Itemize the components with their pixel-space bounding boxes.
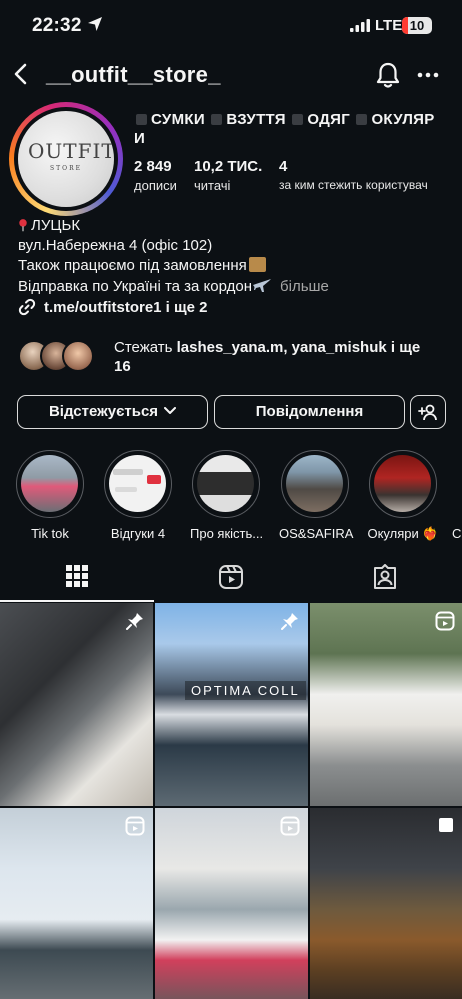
highlight-os-safira[interactable]: OS&SAFIRA xyxy=(279,450,354,541)
bio-more-link[interactable]: більше xyxy=(280,278,329,295)
status-bar: 22:32 LTE 10 xyxy=(0,0,462,52)
brand-logo: OUTFIT STORE xyxy=(28,139,114,172)
bio-orders: Також працюємо під замовлення xyxy=(18,257,247,274)
post-thumbnail[interactable] xyxy=(310,603,462,806)
grid-icon[interactable] xyxy=(65,564,89,588)
profile-username: __outfit__store_ xyxy=(46,62,221,87)
profile-categories: СУМКИ ВЗУТТЯ ОДЯГ ОКУЛЯР И xyxy=(134,110,454,148)
reel-icon xyxy=(125,816,145,836)
network-type: LTE xyxy=(375,17,403,34)
square-icon xyxy=(136,114,147,125)
highlight-quality[interactable]: Про якість... xyxy=(190,450,264,541)
post-thumbnail[interactable] xyxy=(0,808,153,999)
profile-tabs xyxy=(0,556,462,602)
pin-icon xyxy=(126,613,143,630)
reel-icon xyxy=(435,611,455,631)
tagged-icon[interactable] xyxy=(372,564,398,590)
status-time: 22:32 xyxy=(32,15,82,36)
carousel-icon xyxy=(439,818,453,832)
highlight-cover xyxy=(21,455,78,512)
profile-bio: ЛУЦЬК вул.Набережна 4 (офіс 102) Також п… xyxy=(18,216,329,297)
active-tab-indicator xyxy=(0,600,154,602)
bio-shipping: Відправка по Україні та за кордон xyxy=(18,278,253,295)
square-icon xyxy=(356,114,368,125)
highlight-label: Відгуки 4 xyxy=(110,526,166,541)
airplane-icon xyxy=(253,279,272,292)
followers-count: 10,2 ТИС. xyxy=(194,158,263,175)
signal-bars-icon xyxy=(350,19,370,32)
category-glasses: ОКУЛЯР xyxy=(371,111,435,128)
mutual-follower-count: 16 xyxy=(114,358,131,375)
highlight-label: Tik tok xyxy=(31,526,69,541)
profile-link[interactable]: t.me/outfitstore1 і ще 2 xyxy=(18,298,208,316)
bio-address: вул.Набережна 4 (офіс 102) xyxy=(18,237,213,254)
highlight-reviews[interactable]: Відгуки 4 xyxy=(102,450,174,541)
category-bags: СУМКИ xyxy=(151,111,205,128)
stat-posts[interactable]: 2 849 дописи xyxy=(134,158,177,193)
profile-header: __outfit__store_ xyxy=(0,52,462,98)
square-icon xyxy=(211,114,223,125)
highlight-label: С xyxy=(452,526,462,541)
message-label: Повідомлення xyxy=(255,403,364,420)
stat-followers[interactable]: 10,2 ТИС. читачі xyxy=(194,158,262,193)
link-text: t.me/outfitstore1 і ще 2 xyxy=(44,298,208,316)
highlight-label: Окуляри ❤️‍🔥 xyxy=(367,526,439,541)
following-count: 4 xyxy=(279,158,288,175)
suggested-users-button[interactable] xyxy=(410,395,446,429)
location-pin-icon xyxy=(19,219,27,232)
more-options-icon[interactable] xyxy=(416,61,440,89)
link-icon xyxy=(18,298,36,316)
category-shoes: ВЗУТТЯ xyxy=(226,111,286,128)
mutual-follower-names: lashes_yana.m, yana_mishuk xyxy=(176,339,387,356)
profile-avatar-ring[interactable]: OUTFIT STORE xyxy=(9,102,123,216)
highlight-partial[interactable]: С xyxy=(452,450,462,541)
following-button[interactable]: Відстежується xyxy=(17,395,208,429)
post-thumbnail[interactable] xyxy=(155,808,308,999)
highlight-label: OS&SAFIRA xyxy=(279,526,354,541)
avatar: OUTFIT STORE xyxy=(18,111,114,207)
highlight-cover xyxy=(374,455,431,512)
back-arrow-icon[interactable] xyxy=(10,62,34,86)
posts-count: 2 849 xyxy=(134,158,172,175)
message-button[interactable]: Повідомлення xyxy=(214,395,405,429)
highlight-glasses[interactable]: Окуляри ❤️‍🔥 xyxy=(367,450,439,542)
reels-icon[interactable] xyxy=(218,564,244,590)
notification-bell-icon[interactable] xyxy=(375,61,401,89)
posts-grid: OPTIMA COLL xyxy=(0,603,462,999)
highlight-tiktok[interactable]: Tik tok xyxy=(14,450,86,541)
highlight-label: Про якість... xyxy=(190,526,264,541)
post-caption-text: OPTIMA COLL xyxy=(185,681,306,700)
battery-indicator: 10 xyxy=(402,17,432,34)
reel-icon xyxy=(280,816,300,836)
category-glasses-wrap: И xyxy=(134,130,146,147)
battery-level: 10 xyxy=(409,18,425,33)
highlight-cover xyxy=(197,455,254,512)
post-thumbnail[interactable] xyxy=(310,808,462,999)
stat-following[interactable]: 4 за ким стежить користувач xyxy=(279,158,428,192)
follower-avatar xyxy=(62,340,94,372)
mutual-followers-text: Стежать lashes_yana.m, yana_mishuk і ще … xyxy=(114,339,421,375)
following-label: за ким стежить користувач xyxy=(279,178,428,192)
pin-icon xyxy=(281,613,298,630)
bio-city: ЛУЦЬК xyxy=(31,217,81,234)
highlight-cover xyxy=(109,455,166,512)
posts-label: дописи xyxy=(134,178,177,193)
mutual-followers[interactable]: Стежать lashes_yana.m, yana_mishuk і ще … xyxy=(18,336,458,380)
post-thumbnail[interactable]: OPTIMA COLL xyxy=(155,603,308,806)
following-label: Відстежується xyxy=(48,403,159,420)
location-arrow-icon xyxy=(88,17,102,31)
chevron-down-icon xyxy=(164,407,177,414)
followers-label: читачі xyxy=(194,178,231,193)
highlight-cover xyxy=(286,455,343,512)
add-user-icon xyxy=(418,404,437,421)
package-icon xyxy=(248,257,266,272)
category-clothes: ОДЯГ xyxy=(307,111,350,128)
post-thumbnail[interactable] xyxy=(0,603,153,806)
square-icon xyxy=(292,114,304,125)
